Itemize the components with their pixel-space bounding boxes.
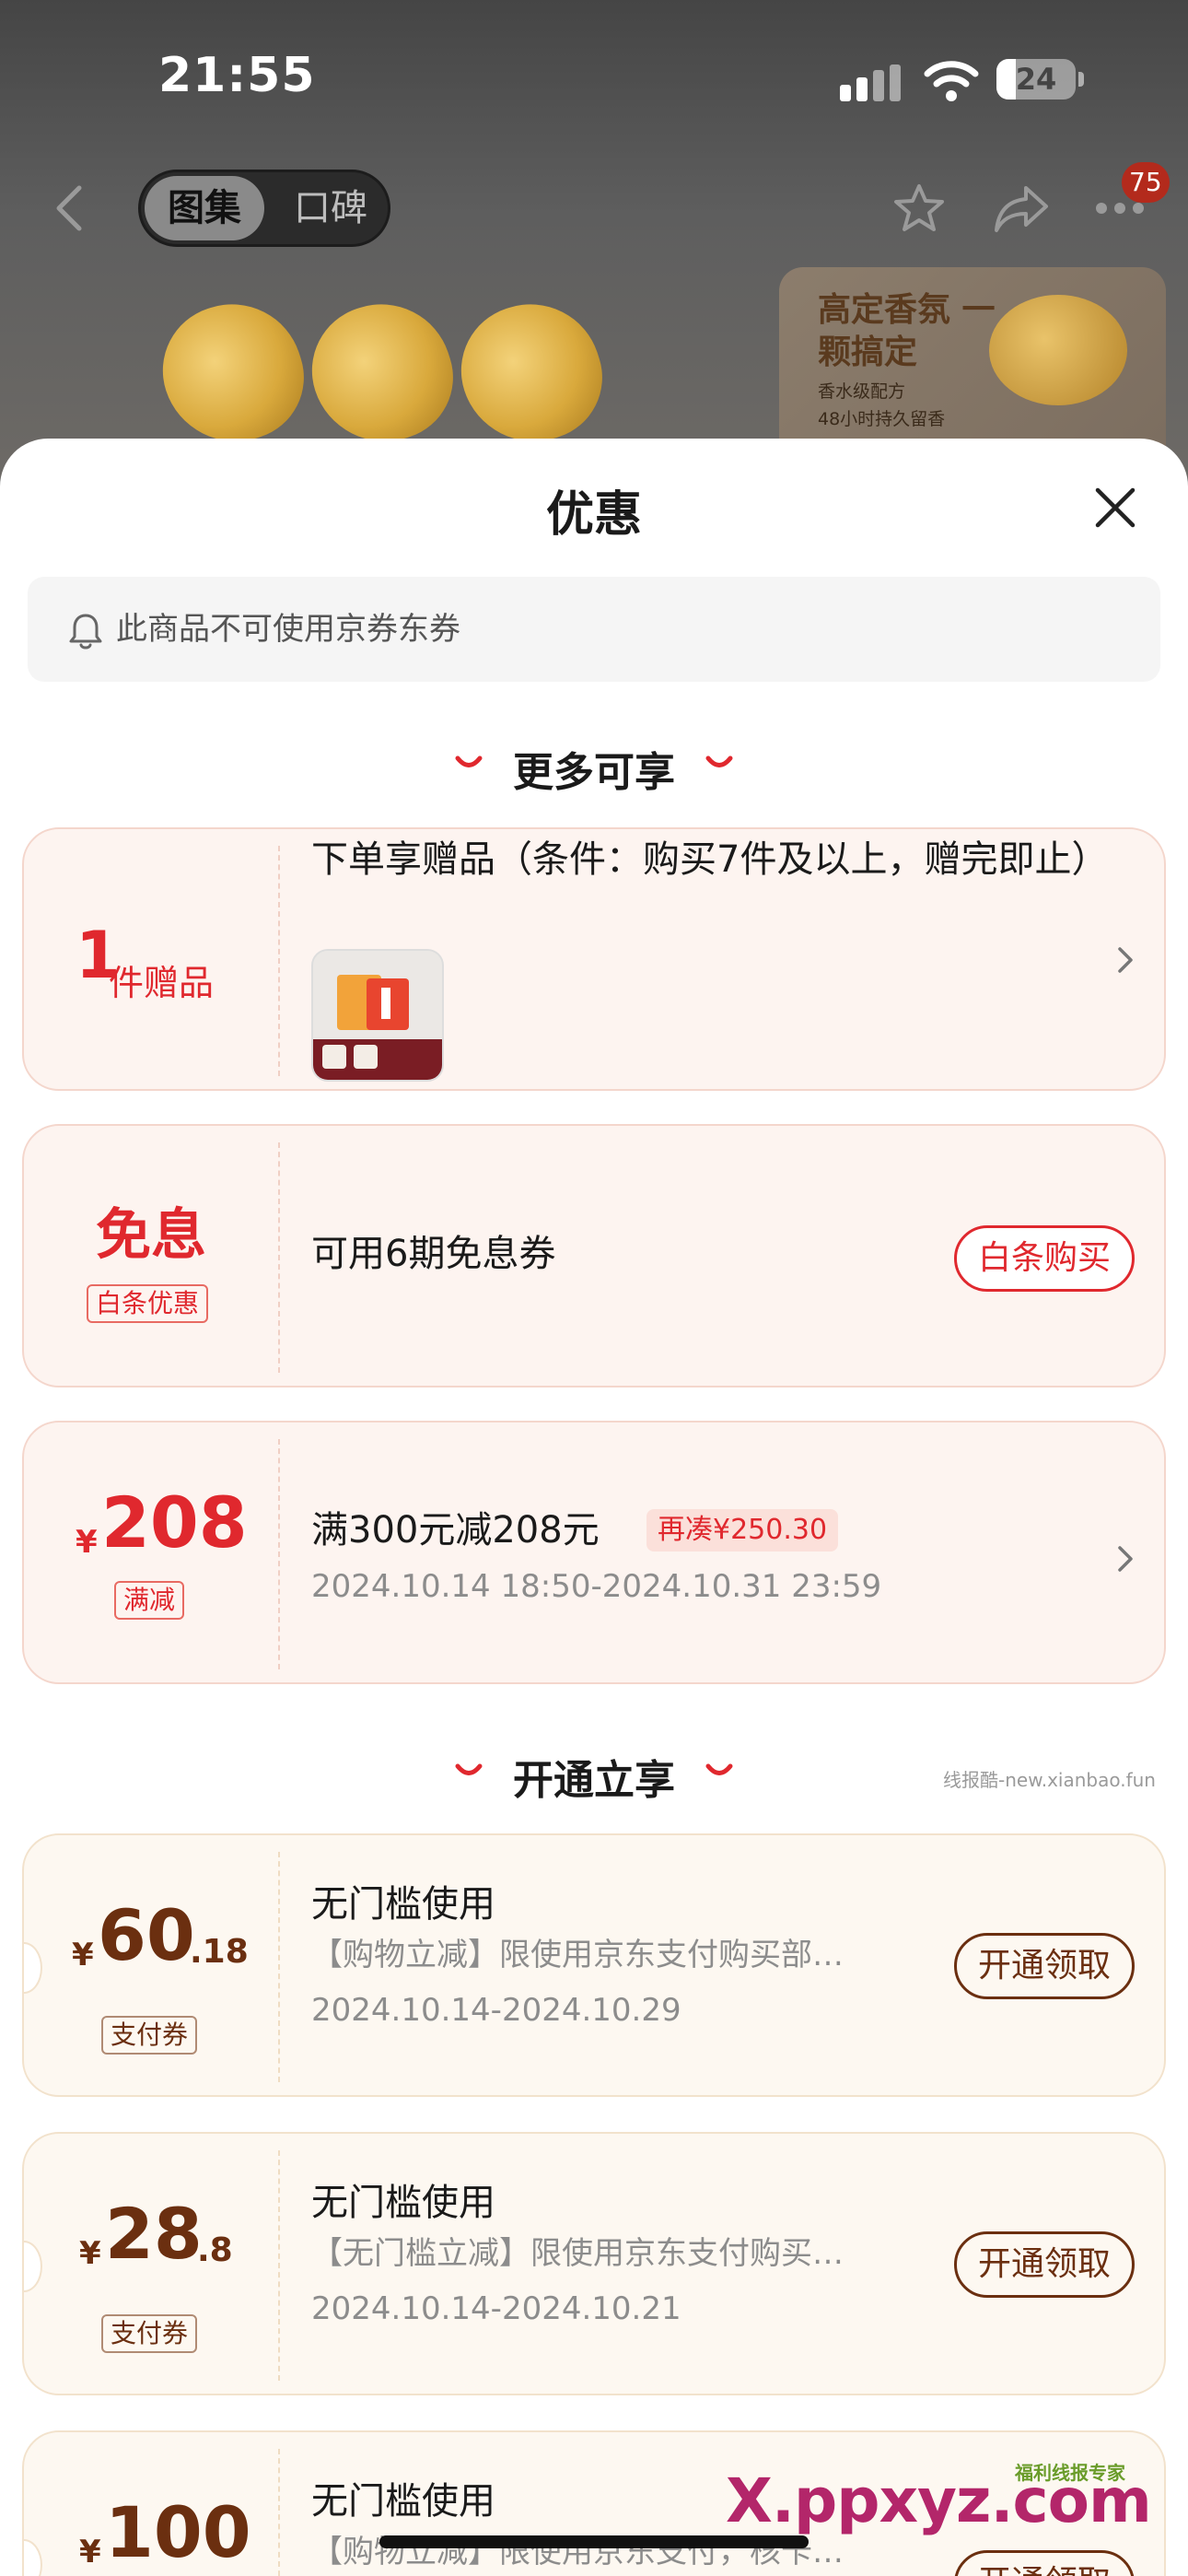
full-reduction-card[interactable]: ¥ 208 满减 满300元减208元 再凑¥250.30 2024.10.14… xyxy=(22,1421,1166,1684)
currency-symbol: ¥ xyxy=(72,1937,94,1973)
interest-summary: 免息 白条优惠 xyxy=(24,1126,278,1386)
product-candy-image xyxy=(295,286,470,461)
product-nav-bar: 图集 口碑 75 xyxy=(0,162,1188,251)
pay-coupon-tag: 支付券 xyxy=(101,2314,198,2353)
offers-sheet: 优惠 此商品不可使用京券东券 更多可享 1 件赠品 下单享赠品（条件：购买7件及… xyxy=(0,439,1188,2576)
pay-coupon-summary: ¥ 100 xyxy=(24,2432,278,2576)
coupon-amount: 28 xyxy=(105,2193,203,2275)
discount-title: 满300元减208元 xyxy=(311,1509,600,1551)
smile-decor-icon xyxy=(705,1763,733,1775)
discount-type-tag: 满减 xyxy=(114,1581,185,1620)
back-arrow-icon[interactable] xyxy=(52,182,88,234)
battery-icon: 24 xyxy=(996,59,1085,100)
favorite-star-icon[interactable] xyxy=(891,182,947,234)
pay-coupon-tag: 支付券 xyxy=(101,2016,198,2055)
bell-icon xyxy=(69,614,102,650)
gift-summary: 1 件赠品 xyxy=(24,829,278,1089)
interest-free-card: 免息 白条优惠 可用6期免息券 白条购买 xyxy=(22,1124,1166,1388)
coupon-amount: 60 xyxy=(98,1894,195,1976)
activate-claim-button[interactable]: 开通领取 xyxy=(954,1933,1135,1999)
discount-amount: 208 xyxy=(101,1481,248,1563)
tab-gallery[interactable]: 图集 xyxy=(145,176,264,240)
gift-unit: 件赠品 xyxy=(109,963,215,1003)
coupon-title: 无门槛使用 xyxy=(311,2182,495,2224)
promo-feature: 48小时持久留香 xyxy=(818,409,946,429)
share-icon[interactable] xyxy=(993,182,1050,234)
currency-symbol: ¥ xyxy=(79,2534,101,2570)
chevron-right-icon xyxy=(1118,947,1133,973)
status-time: 21:55 xyxy=(158,48,316,103)
coupon-title: 无门槛使用 xyxy=(311,1883,495,1926)
promo-candy-image xyxy=(989,295,1127,405)
coupon-validity: 2024.10.14-2024.10.21 xyxy=(311,2290,681,2327)
coupon-description: 【购物立减】限使用京东支付购买部… xyxy=(311,1937,844,1973)
home-indicator[interactable] xyxy=(379,2535,809,2548)
gift-offer-card[interactable]: 1 件赠品 下单享赠品（条件：购买7件及以上，赠完即止） xyxy=(22,827,1166,1091)
currency-symbol: ¥ xyxy=(79,2235,101,2272)
currency-symbol: ¥ xyxy=(76,1524,98,1561)
pay-coupon-card: ¥ 28 .8 支付券 无门槛使用 【无门槛立减】限使用京东支付购买… 2024… xyxy=(22,2132,1166,2395)
product-candy-image xyxy=(444,286,619,461)
pay-coupon-summary: ¥ 28 .8 支付券 xyxy=(24,2134,278,2394)
coupon-validity: 2024.10.14-2024.10.29 xyxy=(311,1992,681,2029)
product-candy-image xyxy=(146,286,320,461)
gift-thumbnail[interactable] xyxy=(311,949,444,1082)
more-menu-icon[interactable] xyxy=(1094,201,1146,216)
battery-percent: 24 xyxy=(1015,62,1057,97)
wifi-icon xyxy=(924,61,979,101)
baitiao-tag: 白条优惠 xyxy=(87,1284,209,1323)
section-header-more: 更多可享 xyxy=(0,733,1188,798)
activate-claim-button[interactable]: 开通领取 xyxy=(954,2550,1135,2576)
coupon-title: 无门槛使用 xyxy=(311,2480,495,2523)
discount-validity: 2024.10.14 18:50-2024.10.31 23:59 xyxy=(311,1568,882,1605)
baitiao-buy-button[interactable]: 白条购买 xyxy=(954,1225,1135,1292)
activate-claim-button[interactable]: 开通领取 xyxy=(954,2231,1135,2298)
status-bar: 21:55 24 xyxy=(0,0,1188,157)
tab-reviews[interactable]: 口碑 xyxy=(275,176,386,240)
sheet-title: 优惠 xyxy=(545,487,642,543)
gift-title: 下单享赠品（条件：购买7件及以上，赠完即止） xyxy=(311,838,1109,881)
section-title: 更多可享 xyxy=(513,749,675,796)
smile-decor-icon xyxy=(705,755,733,767)
watermark-logo: X.ppxyz.com xyxy=(726,2465,1152,2536)
gift-product-image-icon xyxy=(313,951,442,1080)
coupon-amount-decimal: .8 xyxy=(197,2231,233,2269)
pay-coupon-summary: ¥ 60 .18 支付券 xyxy=(24,1835,278,2095)
coupon-notice: 此商品不可使用京券东券 xyxy=(28,577,1160,682)
notice-text: 此商品不可使用京券东券 xyxy=(116,611,460,648)
source-watermark: 线报酷-new.xianbao.fun xyxy=(943,1769,1156,1791)
notification-badge: 75 xyxy=(1122,162,1170,203)
promo-title: 高定香氛 一颗搞定 xyxy=(818,291,996,371)
remaining-amount-pill: 再凑¥250.30 xyxy=(646,1509,839,1551)
pay-coupon-card: ¥ 60 .18 支付券 无门槛使用 【购物立减】限使用京东支付购买部… 202… xyxy=(22,1833,1166,2097)
coupon-amount-decimal: .18 xyxy=(190,1933,249,1971)
cellular-signal-icon xyxy=(840,64,901,101)
close-icon[interactable] xyxy=(1092,485,1138,531)
section-header-open: 开通立享 线报酷-new.xianbao.fun xyxy=(0,1741,1188,1806)
interest-free-label: 免息 xyxy=(96,1203,206,1268)
view-tab-switch: 图集 口碑 xyxy=(138,170,390,247)
coupon-amount: 100 xyxy=(105,2491,251,2573)
promo-feature: 香水级配方 xyxy=(818,381,906,402)
reduction-summary: ¥ 208 满减 xyxy=(24,1423,278,1682)
chevron-right-icon xyxy=(1118,1546,1133,1572)
interest-title: 可用6期免息券 xyxy=(311,1233,556,1275)
coupon-description: 【无门槛立减】限使用京东支付购买… xyxy=(311,2235,844,2272)
